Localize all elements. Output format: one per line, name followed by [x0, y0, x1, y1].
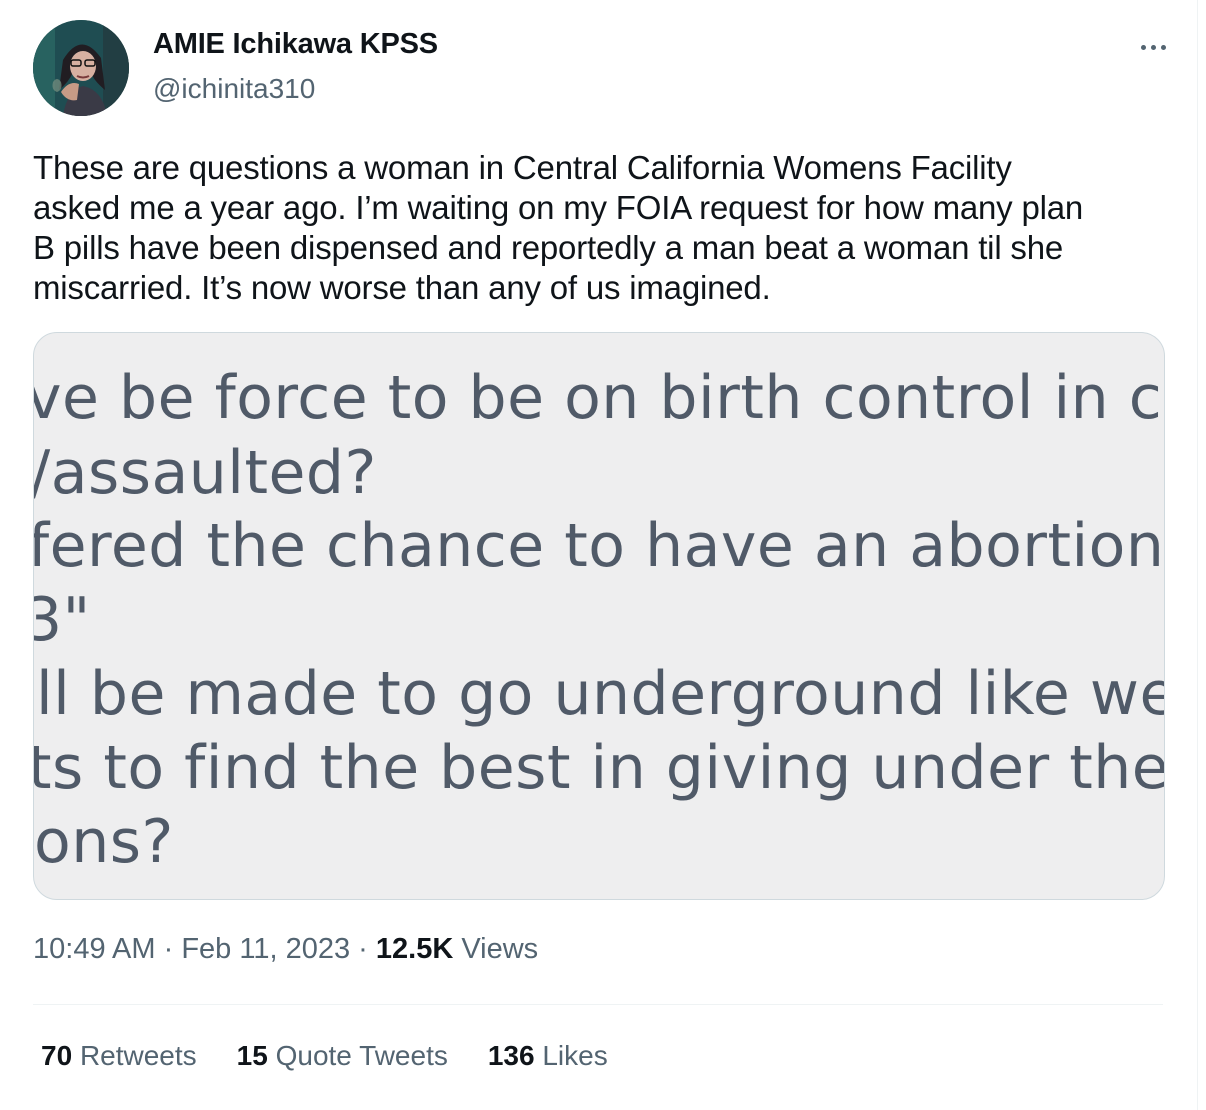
author-display-name[interactable]: AMIE Ichikawa KPSS: [153, 28, 438, 61]
media-text-line: ve be force to be on birth control in ca…: [33, 363, 1165, 433]
likes-stat[interactable]: 136 Likes: [488, 1040, 608, 1072]
quote-tweets-count: 15: [236, 1040, 268, 1071]
media-text-line: /assaulted?: [33, 438, 377, 508]
tweet-media-image[interactable]: ve be force to be on birth control in ca…: [33, 332, 1165, 900]
retweets-label: Retweets: [79, 1040, 197, 1071]
tweet-header: AMIE Ichikawa KPSS @ichinita310: [33, 20, 1173, 116]
likes-count: 136: [487, 1040, 535, 1071]
tweet-text: These are questions a woman in Central C…: [33, 149, 1084, 306]
avatar-image: [33, 20, 129, 116]
more-dot: [1160, 44, 1166, 50]
meta-separator: ·: [163, 933, 174, 965]
tweet-stats: 70 Retweets 15 Quote Tweets 136 Likes: [41, 1040, 608, 1072]
tweet-metadata: 10:49 AM · Feb 11, 2023 · 12.5K Views: [33, 933, 538, 966]
more-options-icon[interactable]: [1133, 32, 1173, 62]
more-dot: [1150, 44, 1156, 50]
media-text-line: 3": [34, 585, 91, 655]
meta-separator: ·: [358, 933, 368, 965]
media-text-line: ll be made to go underground like we do: [36, 659, 1165, 729]
quote-tweets-stat[interactable]: 15 Quote Tweets: [237, 1040, 448, 1072]
media-text-line: fered the chance to have an abortion or …: [33, 511, 1165, 581]
likes-label: Likes: [542, 1040, 608, 1071]
more-dot: [1140, 44, 1146, 50]
divider: [33, 1004, 1163, 1005]
avatar[interactable]: [33, 20, 129, 116]
retweets-stat[interactable]: 70 Retweets: [41, 1040, 197, 1072]
tweet-time[interactable]: 10:49 AM: [33, 933, 156, 965]
tweet-date[interactable]: Feb 11, 2023: [181, 933, 350, 965]
views-count: 12.5K: [375, 933, 454, 965]
media-text-line: ons?: [34, 807, 174, 877]
retweets-count: 70: [41, 1040, 73, 1071]
quote-tweets-label: Quote Tweets: [275, 1040, 448, 1071]
views-label: Views: [461, 933, 539, 965]
author-handle[interactable]: @ichinita310: [153, 73, 315, 105]
media-text-line: ts to find the best in giving under the …: [33, 733, 1165, 803]
timeline-border: [1197, 0, 1198, 1110]
